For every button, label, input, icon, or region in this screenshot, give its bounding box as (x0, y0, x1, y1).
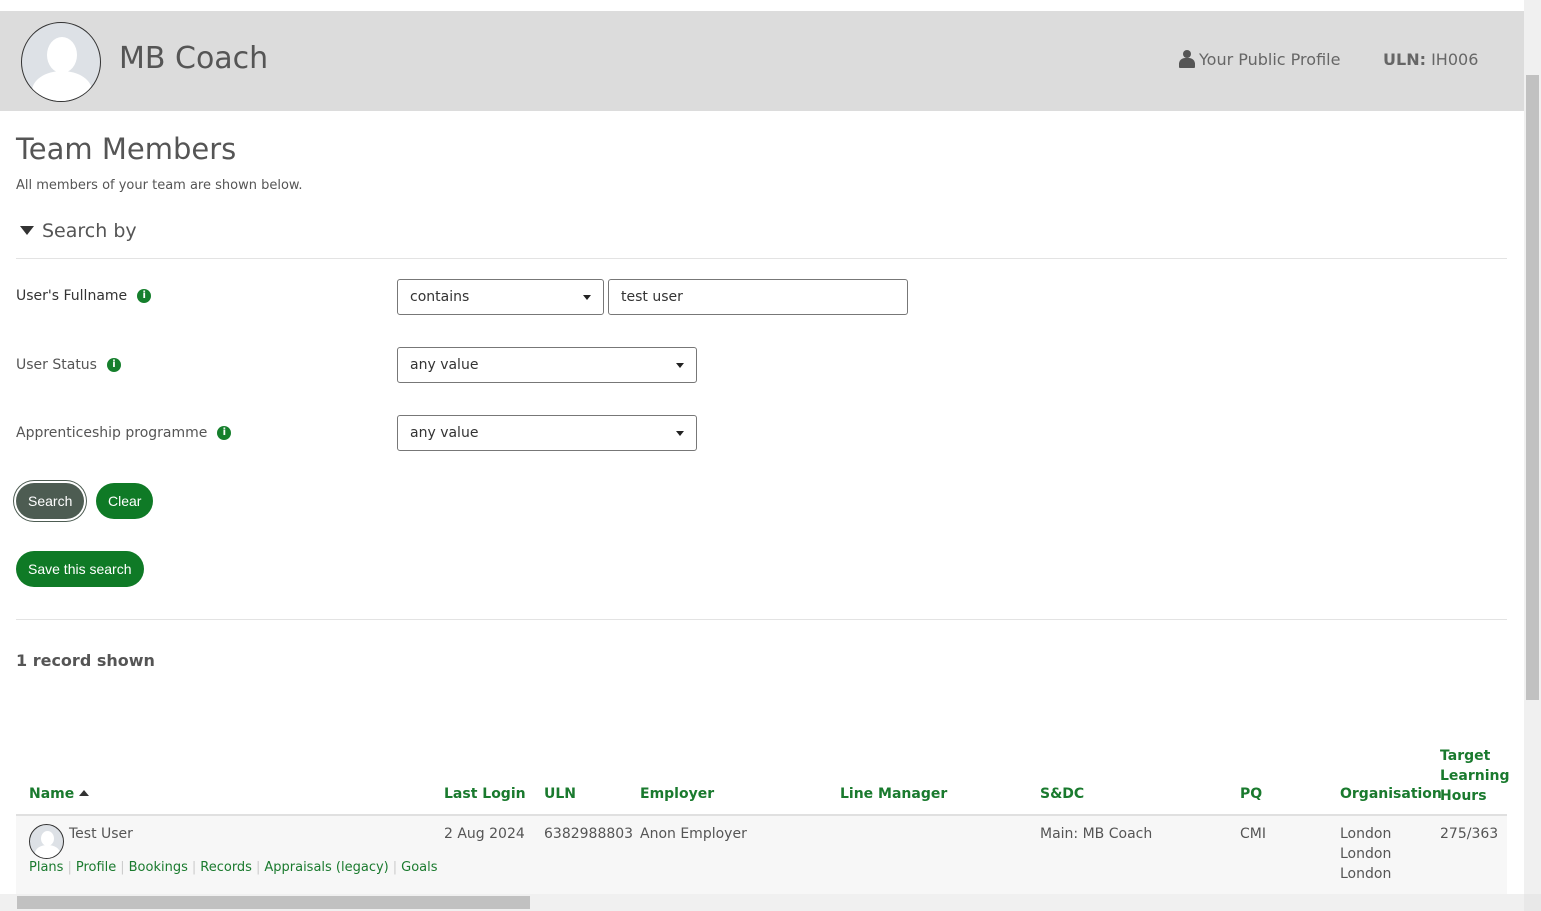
search-by-label: Search by (42, 220, 137, 242)
horizontal-scrollbar[interactable] (0, 894, 1524, 911)
filter-fullname-label: User's Fullname i (16, 288, 152, 304)
col-sdc[interactable]: S&DC (1040, 786, 1084, 802)
caret-down-icon (583, 295, 591, 300)
filter-label: User Status (16, 357, 97, 373)
header-title: MB Coach (119, 41, 269, 76)
divider (16, 258, 1507, 259)
header: MB Coach Your Public Profile ULN: IH006 (0, 11, 1524, 111)
select-value: any value (410, 357, 479, 373)
goals-link[interactable]: Goals (401, 860, 437, 875)
last-login: 2 Aug 2024 (444, 826, 525, 842)
page-subtitle: All members of your team are shown below… (16, 178, 303, 193)
filter-status-label: User Status i (16, 357, 121, 373)
vertical-scrollbar[interactable] (1524, 0, 1541, 894)
col-uln[interactable]: ULN (544, 786, 576, 802)
save-search-button[interactable]: Save this search (16, 551, 144, 587)
sdc: Main: MB Coach (1040, 826, 1153, 842)
fullname-operator-select[interactable]: contains (397, 279, 604, 315)
filter-programme-label: Apprenticeship programme i (16, 425, 232, 441)
filter-label: Apprenticeship programme (16, 425, 208, 441)
uln-display: ULN: IH006 (1383, 50, 1478, 69)
records-link[interactable]: Records (200, 860, 252, 875)
uln: 6382988803 (544, 826, 634, 842)
row-links: Plans | Profile | Bookings | Records | Appraisal… (29, 860, 438, 875)
organisation: London London London (1340, 824, 1391, 884)
appraisals-link[interactable]: Appraisals (legacy) (264, 860, 388, 875)
programme-select[interactable]: any value (397, 415, 697, 451)
plans-link[interactable]: Plans (29, 860, 63, 875)
info-icon[interactable]: i (137, 289, 152, 303)
col-name[interactable]: Name (29, 786, 90, 802)
col-organisation[interactable]: Organisation (1340, 786, 1442, 802)
bookings-link[interactable]: Bookings (129, 860, 188, 875)
org-line: London (1340, 846, 1392, 862)
status-select[interactable]: any value (397, 347, 697, 383)
col-line-manager[interactable]: Line Manager (840, 786, 947, 802)
col-last-login[interactable]: Last Login (444, 786, 526, 802)
employer: Anon Employer (640, 826, 747, 842)
input-value: test user (621, 289, 683, 305)
user-name-link[interactable]: Test User (69, 824, 133, 844)
clear-button[interactable]: Clear (96, 483, 154, 519)
caret-down-icon (676, 431, 684, 436)
table-row (16, 814, 1507, 894)
col-employer[interactable]: Employer (640, 786, 714, 802)
col-label: Name (29, 786, 75, 802)
user-icon (1179, 50, 1195, 68)
caret-down-icon (676, 363, 684, 368)
fullname-input[interactable]: test user (608, 279, 908, 315)
public-profile-label: Your Public Profile (1199, 50, 1341, 69)
org-line: London (1340, 826, 1392, 842)
search-button[interactable]: Search (16, 483, 85, 519)
uln-label: ULN: (1383, 50, 1426, 69)
page-title: Team Members (16, 132, 237, 166)
caret-down-icon (20, 226, 34, 235)
sort-asc-icon (79, 790, 90, 796)
record-count: 1 record shown (16, 651, 155, 670)
select-value: any value (410, 425, 479, 441)
search-by-toggle[interactable]: Search by (20, 220, 137, 242)
scrollbar-thumb[interactable] (17, 896, 530, 909)
uln-value: IH006 (1431, 50, 1479, 69)
user-avatar (21, 22, 101, 102)
org-line: London (1340, 866, 1392, 882)
scrollbar-corner (1524, 894, 1541, 911)
info-icon[interactable]: i (217, 426, 232, 440)
col-pq[interactable]: PQ (1240, 786, 1262, 802)
divider (16, 619, 1507, 620)
info-icon[interactable]: i (106, 358, 121, 372)
pq: CMI (1240, 826, 1266, 842)
scrollbar-thumb[interactable] (1526, 75, 1539, 700)
select-value: contains (410, 289, 470, 305)
col-target-hours[interactable]: Target Learning Hours (1440, 746, 1510, 806)
target-hours: 275/363 (1440, 826, 1499, 842)
profile-link[interactable]: Profile (76, 860, 116, 875)
row-avatar (29, 824, 64, 859)
filter-label: User's Fullname (16, 288, 128, 304)
public-profile-link[interactable]: Your Public Profile (1179, 50, 1340, 69)
